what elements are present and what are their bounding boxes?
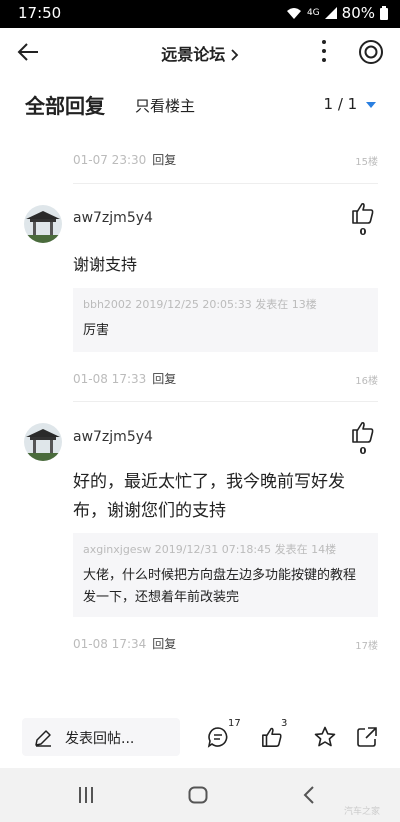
- floor-number: 17楼: [355, 641, 378, 652]
- caret-down-icon: [366, 102, 376, 108]
- page-selector[interactable]: 1 / 1: [324, 95, 376, 113]
- wifi-icon: [286, 7, 301, 19]
- post-content: 好的，最近太忙了，我今晚前写好发布，谢谢您们的支持: [73, 472, 345, 521]
- pencil-icon: [35, 730, 51, 747]
- post-date: 01-07 23:30: [73, 153, 147, 167]
- thumbs-up-icon: [262, 727, 282, 747]
- post-meta: 01-08 17:34 回复: [73, 635, 176, 652]
- post-date: 01-08 17:33: [73, 372, 147, 386]
- avatar[interactable]: [24, 205, 62, 243]
- quoted-reply: axginxjgesw 2019/12/31 07:18:45 发表在 14楼 …: [73, 533, 378, 617]
- comment-count: 17: [228, 718, 241, 729]
- bottom-like-button[interactable]: 3: [261, 718, 291, 756]
- compose-label: 发表回帖...: [65, 731, 135, 747]
- network-label: 4G: [306, 8, 320, 18]
- divider: [73, 401, 378, 402]
- reply-link[interactable]: 回复: [152, 637, 176, 651]
- like-total: 3: [281, 718, 288, 729]
- target-icon[interactable]: [358, 39, 384, 65]
- post-meta: 01-07 23:30 回复: [73, 151, 176, 168]
- floor-number: 15楼: [355, 157, 378, 168]
- status-time: 17:50: [18, 4, 62, 22]
- tab-owner-only[interactable]: 只看楼主: [135, 95, 195, 116]
- tab-all-replies[interactable]: 全部回复: [25, 90, 105, 119]
- comments-button[interactable]: 17: [207, 718, 241, 756]
- forum-title-label: 远景论坛: [161, 45, 231, 64]
- like-count: 0: [359, 227, 367, 238]
- status-bar: 17:50 4G 80%: [0, 0, 400, 28]
- signal-icon: [324, 7, 337, 19]
- thumbs-up-icon: [352, 202, 374, 224]
- more-options-icon[interactable]: [319, 39, 329, 63]
- watermark: 汽车之家: [344, 807, 381, 817]
- quote-header: axginxjgesw 2019/12/31 07:18:45 发表在 14楼: [83, 543, 337, 556]
- home-icon[interactable]: [188, 786, 208, 804]
- page-indicator: 1 / 1: [323, 95, 358, 113]
- username[interactable]: aw7zjm5y4: [73, 210, 153, 226]
- compose-reply-button[interactable]: 发表回帖...: [22, 718, 180, 756]
- post-content: 谢谢支持: [73, 255, 138, 274]
- quote-body: 大佬，什么时候把方向盘左边多功能按键的教程发一下，还想着年前改装完: [83, 568, 357, 605]
- quote-body: 厉害: [83, 323, 110, 338]
- bottom-action-bar: 发表回帖... 17 3: [0, 712, 400, 768]
- quoted-reply: bbh2002 2019/12/25 20:05:33 发表在 13楼 厉害: [73, 288, 378, 352]
- star-icon[interactable]: [314, 726, 336, 748]
- like-count: 0: [359, 446, 367, 457]
- battery-percent: 80%: [341, 4, 375, 22]
- reply-link[interactable]: 回复: [152, 153, 176, 167]
- like-button[interactable]: 0: [350, 420, 376, 457]
- recent-apps-icon[interactable]: [77, 787, 95, 803]
- back-icon[interactable]: [303, 786, 315, 804]
- thumbs-up-icon: [352, 421, 374, 443]
- system-nav-bar: 汽车之家: [0, 768, 400, 822]
- reply-link[interactable]: 回复: [152, 372, 176, 386]
- comment-icon: [207, 727, 228, 748]
- divider: [73, 183, 378, 184]
- status-icons: 4G 80%: [286, 4, 388, 22]
- avatar[interactable]: [24, 423, 62, 461]
- username[interactable]: aw7zjm5y4: [73, 429, 153, 445]
- like-button[interactable]: 0: [350, 201, 376, 238]
- reply-tabs: 全部回复 只看楼主 1 / 1: [0, 88, 400, 122]
- battery-icon: [380, 6, 388, 20]
- forum-title[interactable]: 远景论坛: [0, 41, 400, 65]
- share-icon[interactable]: [356, 726, 378, 748]
- post-meta: 01-08 17:33 回复: [73, 370, 176, 387]
- top-bar: 远景论坛: [0, 28, 400, 76]
- post-date: 01-08 17:34: [73, 637, 147, 651]
- floor-number: 16楼: [355, 376, 378, 387]
- chevron-right-icon: [231, 49, 239, 61]
- quote-header: bbh2002 2019/12/25 20:05:33 发表在 13楼: [83, 298, 317, 311]
